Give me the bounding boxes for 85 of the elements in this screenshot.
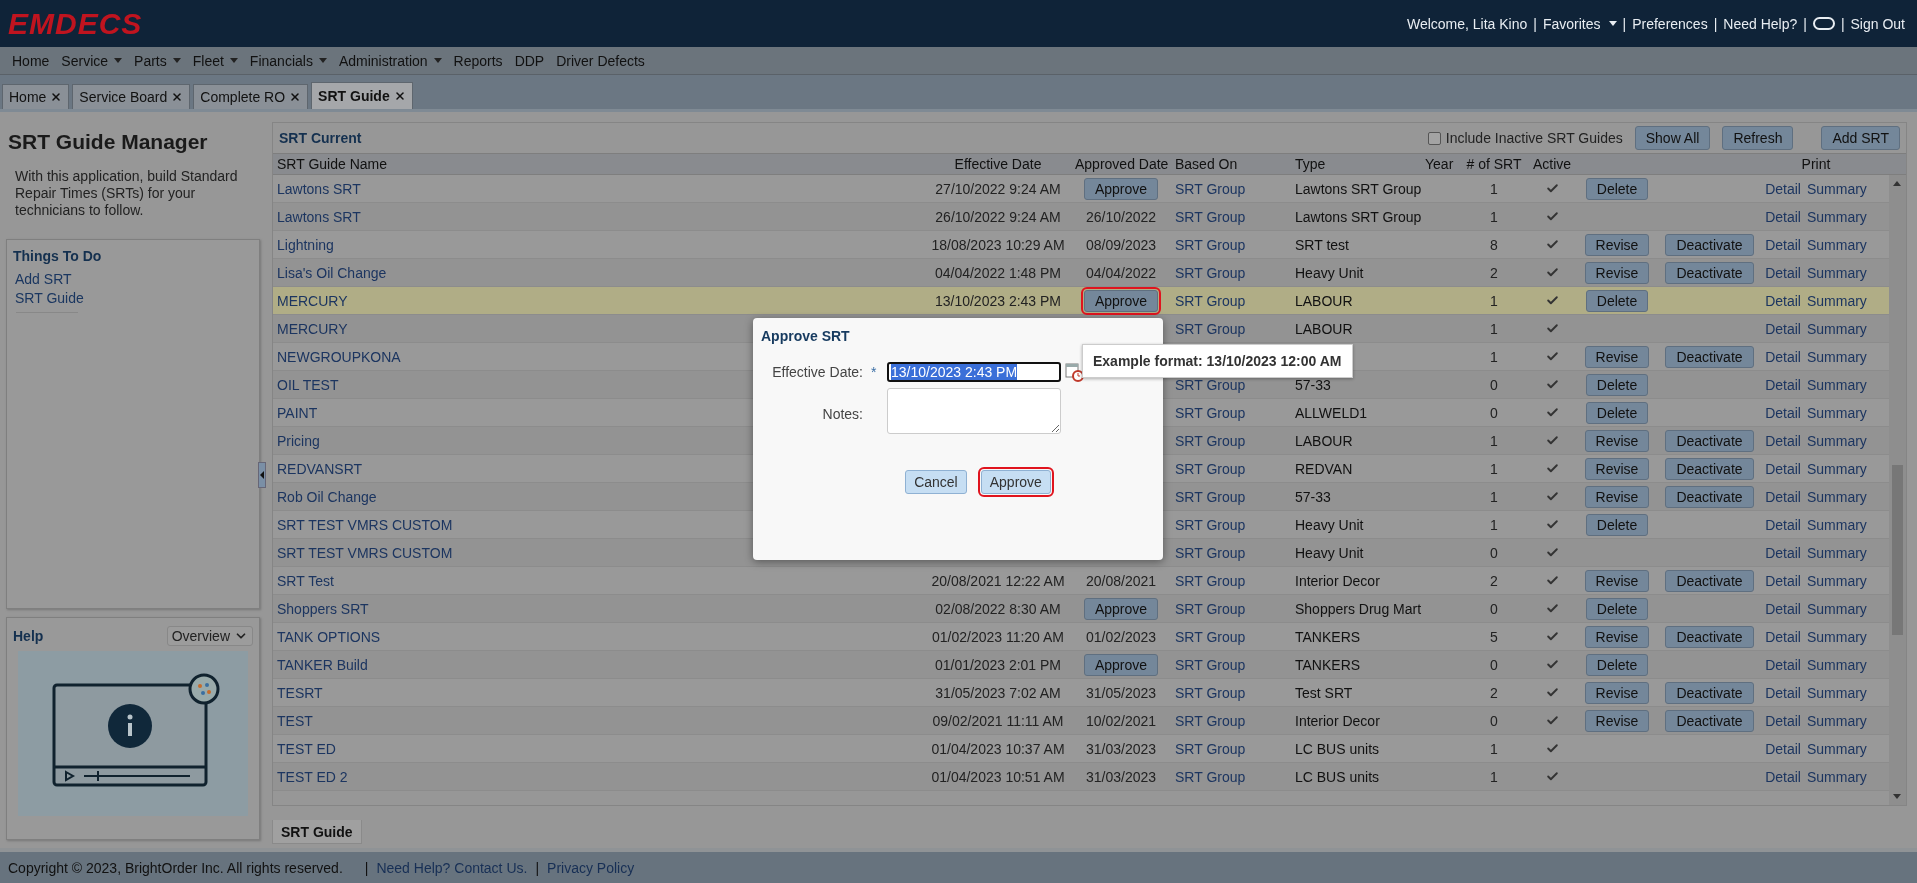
table-cell-text: 08/09/2023 — [1084, 236, 1158, 253]
table-cell-text: 04/04/2022 1:48 PM — [933, 264, 1063, 281]
table-cell-text: 1 — [1489, 516, 1499, 533]
table-cell-text: 20/08/2021 — [1084, 572, 1158, 589]
table-cell-text: 13/10/2023 2:43 PM — [933, 292, 1063, 309]
panel-title: SRT Current — [279, 130, 362, 146]
table-cell-text: Shoppers Drug Mart — [1294, 600, 1421, 617]
table-cell-text: 09/02/2021 11:11 AM — [931, 712, 1065, 729]
table-cell-text: 8 — [1489, 236, 1499, 253]
table-cell-text: ALLWELD1 — [1294, 404, 1369, 421]
table-cell-text: 5 — [1489, 628, 1499, 645]
separator: | — [535, 859, 540, 876]
table-cell-text: 04/04/2022 — [1084, 264, 1158, 281]
table-cell-text: REDVAN — [1294, 460, 1354, 477]
table-cell-text: Interior Decor — [1294, 712, 1381, 729]
table-cell-text: 31/03/2023 — [1084, 768, 1158, 785]
table-cell-text: 31/05/2023 7:02 AM — [934, 684, 1062, 701]
table-cell-text: 57-33 — [1294, 376, 1332, 393]
dialog-title: Approve SRT — [761, 328, 850, 344]
table-cell-text: 01/04/2023 10:37 AM — [930, 740, 1066, 757]
table-cell-text: 0 — [1489, 404, 1499, 421]
table-cell-text: 02/08/2022 8:30 AM — [934, 600, 1062, 617]
welcome-text: Welcome, Lita Kino — [1406, 15, 1528, 32]
table-cell-text: 26/10/2022 9:24 AM — [934, 208, 1062, 225]
table-cell-text: 0 — [1489, 656, 1499, 673]
page-title: SRT Guide Manager — [8, 130, 209, 154]
table-cell-text: 0 — [1489, 544, 1499, 561]
table-cell-text: Heavy Unit — [1294, 516, 1365, 533]
field-label: Effective Date: — [771, 364, 864, 380]
table-cell-text: SRT test — [1294, 236, 1350, 253]
table-cell-text: Lawtons SRT Group — [1294, 180, 1421, 197]
separator: | — [1803, 15, 1807, 32]
table-cell-text: 1 — [1489, 488, 1499, 505]
table-cell-text: 01/01/2023 2:01 PM — [933, 656, 1063, 673]
table-cell-text: 1 — [1489, 208, 1499, 225]
table-cell-text: 1 — [1489, 320, 1499, 337]
table-cell-text: 10/02/2021 — [1084, 712, 1158, 729]
table-cell-text: 57-33 — [1294, 488, 1332, 505]
copyright-text: Copyright © 2023, BrightOrder Inc. All rights reserved. — [8, 859, 343, 876]
separator: | — [1533, 15, 1537, 32]
description: With this application, build Standard Repair Times (SRTs) for your technicians to follow. — [14, 168, 239, 219]
table-cell-text: LC BUS units — [1294, 768, 1381, 785]
separator: | — [1713, 15, 1718, 32]
table-cell-text: LABOUR — [1294, 320, 1354, 337]
table-cell-text: 0 — [1489, 600, 1499, 617]
table-cell-text: 1 — [1489, 348, 1499, 365]
table-cell-text: 0 — [1489, 712, 1499, 729]
table-cell-text: LABOUR — [1294, 292, 1354, 309]
table-cell-text: 1 — [1489, 292, 1499, 309]
table-cell-text: 18/08/2023 10:29 AM — [930, 236, 1066, 253]
table-cell-text: 26/10/2022 — [1084, 208, 1158, 225]
table-cell-text: Test SRT — [1294, 684, 1354, 701]
table-cell-text: 01/04/2023 10:51 AM — [930, 768, 1066, 785]
table-cell-text: 01/02/2023 11:20 AM — [930, 628, 1066, 645]
table-cell-text: 2 — [1489, 264, 1499, 281]
table-cell-text: 1 — [1489, 740, 1499, 757]
column-header: Print — [1800, 156, 1832, 172]
table-cell-text: 1 — [1489, 768, 1499, 785]
separator: | — [364, 859, 369, 876]
table-cell-text: Heavy Unit — [1294, 264, 1365, 281]
table-cell-text: LABOUR — [1294, 432, 1354, 449]
panel-title: Help — [13, 628, 44, 644]
table-cell-text: 27/10/2022 9:24 AM — [934, 180, 1062, 197]
required-mark: * — [871, 364, 878, 380]
table-cell-text: 1 — [1489, 180, 1499, 197]
table-cell-text: 01/02/2023 — [1084, 628, 1158, 645]
table-cell-text: 31/03/2023 — [1084, 740, 1158, 757]
table-cell-text: 2 — [1489, 572, 1499, 589]
table-cell-text: TANKERS — [1294, 628, 1362, 645]
table-cell-text: 1 — [1489, 460, 1499, 477]
table-cell-text: 0 — [1489, 376, 1499, 393]
table-cell-text: LC BUS units — [1294, 740, 1381, 757]
table-cell-text: Interior Decor — [1294, 572, 1381, 589]
panel-title: Things To Do — [13, 248, 102, 264]
field-label: Notes: — [821, 405, 864, 422]
table-cell-text: 20/08/2021 12:22 AM — [930, 572, 1066, 589]
table-cell-text: 31/05/2023 — [1084, 684, 1158, 701]
table-cell-text: 1 — [1489, 432, 1499, 449]
separator: | — [1840, 15, 1845, 32]
format-tooltip: Example format: 13/10/2023 12:00 AM — [1082, 344, 1353, 378]
table-cell-text: 2 — [1489, 684, 1499, 701]
table-cell-text: TANKERS — [1294, 656, 1362, 673]
table-cell-text: Heavy Unit — [1294, 544, 1365, 561]
table-cell-text: Lawtons SRT Group — [1294, 208, 1421, 225]
separator: | — [1622, 15, 1627, 32]
